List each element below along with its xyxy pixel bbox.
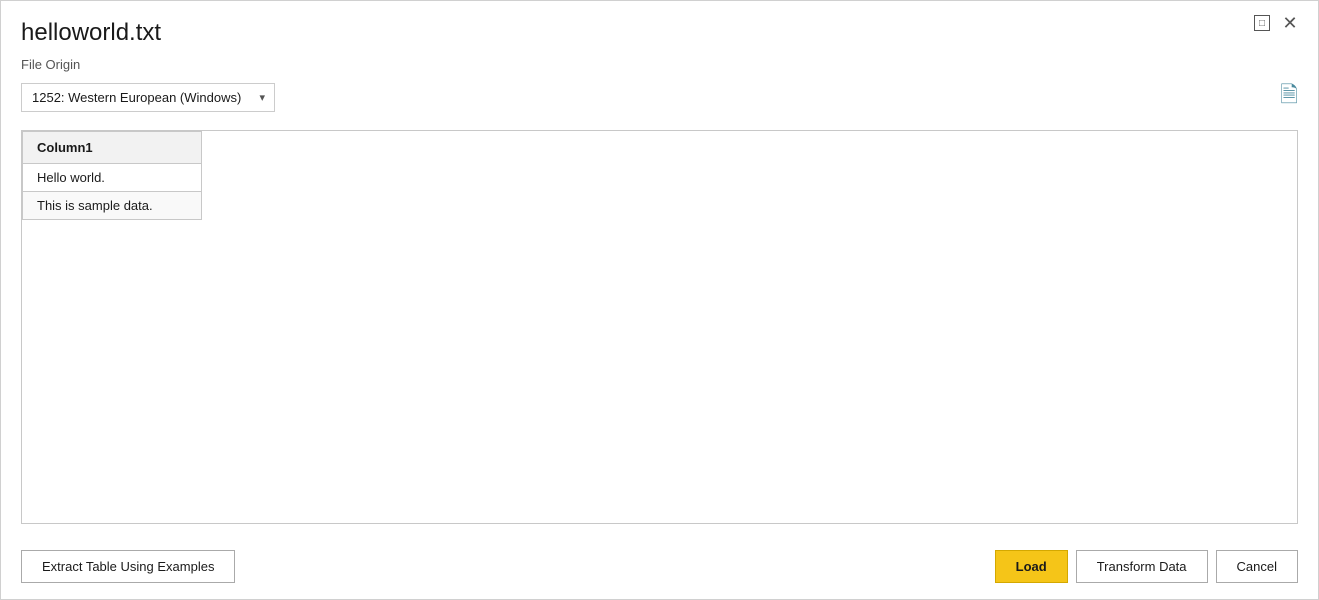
column1-header: Column1 [23, 132, 202, 164]
footer: Extract Table Using Examples Load Transf… [21, 540, 1298, 599]
footer-left: Extract Table Using Examples [21, 550, 235, 583]
load-button[interactable]: Load [995, 550, 1068, 583]
table-header: Column1 [23, 132, 202, 164]
content-area: File Origin 1252: Western European (Wind… [1, 57, 1318, 599]
file-origin-row: 1252: Western European (Windows)65001: U… [21, 78, 1298, 116]
maximize-button[interactable]: □ [1254, 15, 1270, 31]
extract-table-button[interactable]: Extract Table Using Examples [21, 550, 235, 583]
transform-data-button[interactable]: Transform Data [1076, 550, 1208, 583]
data-table: Column1 Hello world.This is sample data. [22, 131, 202, 220]
window-title: helloworld.txt [21, 19, 161, 47]
close-button[interactable]: ✕ [1282, 15, 1298, 31]
file-refresh-icon[interactable]: 🗎 [1280, 78, 1298, 116]
table-cell: Hello world. [23, 164, 202, 192]
title-bar: helloworld.txt □ ✕ [1, 1, 1318, 57]
cancel-button[interactable]: Cancel [1216, 550, 1298, 583]
table-row: This is sample data. [23, 192, 202, 220]
table-cell: This is sample data. [23, 192, 202, 220]
table-header-row: Column1 [23, 132, 202, 164]
table-body: Hello world.This is sample data. [23, 164, 202, 220]
file-origin-select[interactable]: 1252: Western European (Windows)65001: U… [21, 83, 275, 112]
data-table-container: Column1 Hello world.This is sample data. [21, 130, 1298, 524]
table-row: Hello world. [23, 164, 202, 192]
main-window: helloworld.txt □ ✕ File Origin 1252: Wes… [0, 0, 1319, 600]
window-controls: □ ✕ [1254, 15, 1298, 31]
file-origin-label: File Origin [21, 57, 1298, 72]
footer-right: Load Transform Data Cancel [995, 550, 1298, 583]
file-origin-dropdown-wrapper: 1252: Western European (Windows)65001: U… [21, 83, 275, 112]
